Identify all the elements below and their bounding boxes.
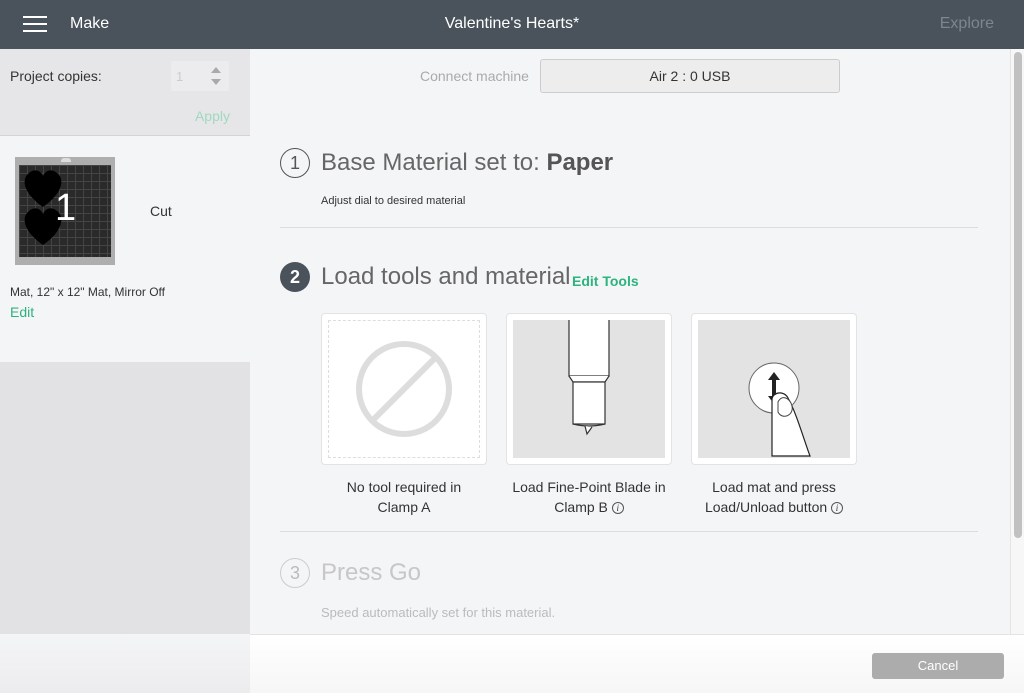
mat-tab bbox=[61, 158, 71, 162]
project-copies-panel: Project copies: 1 Apply bbox=[0, 49, 250, 136]
step-1-subtitle: Adjust dial to desired material bbox=[321, 195, 466, 207]
sidebar: Project copies: 1 Apply 1 Cut Mat, 12" x… bbox=[0, 49, 250, 693]
tool-image bbox=[698, 320, 850, 458]
footer: Cancel bbox=[250, 634, 1024, 693]
caption-line-text: Load/Unload button bbox=[704, 499, 828, 515]
caption-line: No tool required in bbox=[346, 479, 462, 495]
tool-image bbox=[328, 320, 480, 458]
stepper-down-icon[interactable] bbox=[211, 79, 221, 85]
connect-machine-label: Connect machine bbox=[420, 68, 529, 84]
machine-select[interactable]: Air 2 : 0 USB bbox=[540, 59, 840, 93]
sidebar-empty-area bbox=[0, 362, 250, 634]
info-icon[interactable]: i bbox=[831, 502, 844, 515]
step-3-number: 3 bbox=[280, 558, 310, 588]
step-1-title: Base Material set to: Paper bbox=[321, 149, 613, 177]
project-copies-label: Project copies: bbox=[10, 68, 102, 84]
edit-tools-link[interactable]: Edit Tools bbox=[572, 273, 639, 289]
tool-caption-clamp-b: Load Fine-Point Blade in Clamp B i bbox=[499, 477, 679, 517]
step-1-title-prefix: Base Material set to: bbox=[321, 149, 547, 176]
no-tool-icon bbox=[356, 341, 452, 437]
scrollbar-thumb[interactable] bbox=[1014, 52, 1022, 538]
mat-number: 1 bbox=[55, 187, 77, 229]
mat-edit-link[interactable]: Edit bbox=[10, 304, 34, 320]
divider bbox=[280, 227, 978, 228]
tool-image bbox=[513, 320, 665, 458]
explore-button[interactable]: Explore bbox=[940, 15, 994, 33]
mat-action-label: Cut bbox=[150, 203, 172, 219]
top-bar: Make Valentine's Hearts* Explore bbox=[0, 0, 1024, 49]
tool-card-clamp-a bbox=[321, 313, 487, 465]
caption-line: Clamp B i bbox=[499, 497, 679, 517]
make-label: Make bbox=[70, 15, 110, 32]
step-2-title: Load tools and material bbox=[321, 263, 571, 290]
project-copies-stepper[interactable]: 1 bbox=[171, 61, 229, 91]
info-icon[interactable]: i bbox=[611, 502, 624, 515]
caption-line: Load Fine-Point Blade in bbox=[512, 479, 666, 495]
step-3-subtitle: Speed automatically set for this materia… bbox=[321, 605, 556, 620]
step-2-number: 2 bbox=[280, 262, 310, 292]
load-unload-button-icon bbox=[748, 362, 811, 457]
tool-caption-clamp-a: No tool required in Clamp A bbox=[314, 477, 494, 517]
caption-line: Clamp A bbox=[377, 499, 431, 515]
tool-caption-load-mat: Load mat and press Load/Unload button i bbox=[684, 477, 864, 517]
project-title: Valentine's Hearts* bbox=[444, 15, 580, 32]
tool-card-clamp-b bbox=[506, 313, 672, 465]
main-panel: Connect machine Air 2 : 0 USB 1 Base Mat… bbox=[250, 49, 1024, 634]
step-1-number: 1 bbox=[280, 148, 310, 178]
project-copies-value[interactable]: 1 bbox=[176, 69, 183, 84]
cancel-button[interactable]: Cancel bbox=[872, 653, 1004, 679]
tool-card-load-mat bbox=[691, 313, 857, 465]
divider bbox=[280, 531, 978, 532]
main-scrollbar[interactable] bbox=[1010, 49, 1024, 634]
stepper-up-icon[interactable] bbox=[211, 67, 221, 73]
caption-line-text: Clamp B bbox=[554, 499, 608, 515]
mat-thumbnail[interactable]: 1 bbox=[15, 157, 115, 265]
apply-button[interactable]: Apply bbox=[195, 108, 230, 124]
sidebar-footer bbox=[0, 634, 250, 693]
base-material-value: Paper bbox=[546, 149, 614, 176]
mat-description: Mat, 12" x 12" Mat, Mirror Off bbox=[10, 285, 166, 299]
step-3-title: Press Go bbox=[321, 559, 422, 586]
caption-line: Load/Unload button i bbox=[684, 497, 864, 517]
fine-point-blade-icon bbox=[568, 320, 610, 436]
hamburger-icon[interactable] bbox=[23, 16, 47, 34]
caption-line: Load mat and press bbox=[712, 479, 836, 495]
